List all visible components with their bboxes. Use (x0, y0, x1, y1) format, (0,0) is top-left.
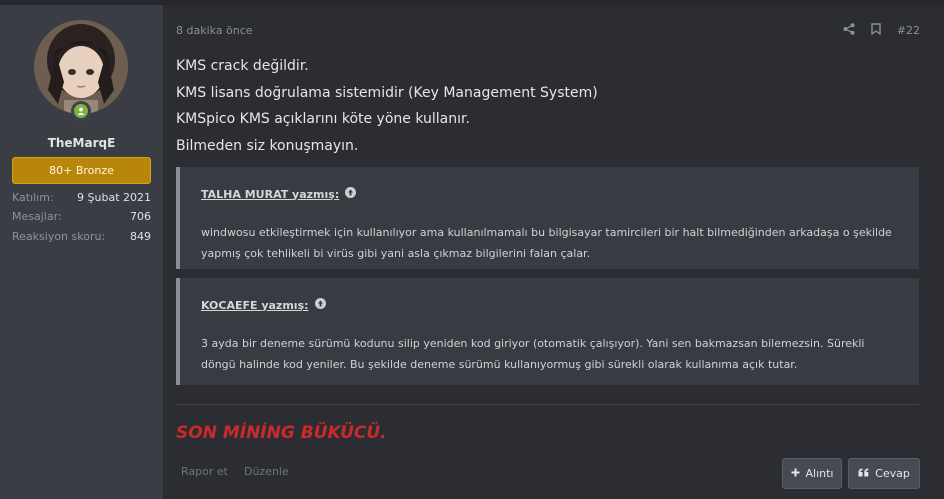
quote-text: 3 ayda bir deneme sürümü kodunu silip ye… (201, 337, 865, 371)
username[interactable]: TheMarqE (0, 136, 163, 150)
post-time[interactable]: 8 dakika önce (176, 24, 253, 37)
post-actions: #22 (843, 23, 920, 38)
quote-author[interactable]: TALHA MURAT yazmış: (201, 188, 339, 201)
online-status (71, 101, 91, 121)
reply-button-label: Cevap (875, 467, 910, 480)
online-user-icon (74, 104, 88, 118)
user-sidebar: TheMarqE 80+ Bronze Katılım: 9 Şubat 202… (0, 5, 164, 499)
post-line: KMSpico KMS açıklarını köte yöne kullanı… (176, 111, 470, 127)
quote-block: KOCAEFE yazmış: 3 ayda bir deneme sürümü… (176, 278, 919, 385)
quote-button-label: Alıntı (805, 467, 834, 480)
signature-divider (176, 404, 919, 405)
stat-reaction: Reaksiyon skoru: 849 (12, 230, 151, 243)
edit-link[interactable]: Düzenle (244, 465, 289, 478)
post-number[interactable]: #22 (897, 24, 920, 37)
arrow-up-circle-icon[interactable] (314, 298, 326, 312)
stat-key: Reaksiyon skoru: (12, 230, 106, 243)
stat-key: Katılım: (12, 191, 54, 204)
post-line: KMS crack değildir. (176, 58, 309, 74)
quote-text: windwosu etkileştirmek için kullanılıyor… (201, 226, 892, 260)
stat-joined: Katılım: 9 Şubat 2021 (12, 191, 151, 204)
post-body: KMS crack değildir. KMS lisans doğrulama… (176, 53, 921, 159)
quote-author[interactable]: KOCAEFE yazmış: (201, 299, 309, 312)
quote-button[interactable]: Alıntı (782, 458, 842, 489)
stat-value: 9 Şubat 2021 (77, 191, 151, 204)
quote-header[interactable]: TALHA MURAT yazmış: (201, 187, 357, 201)
reply-button[interactable]: Cevap (848, 458, 920, 489)
stat-key: Mesajlar: (12, 210, 62, 223)
post-line: Bilmeden siz konuşmayın. (176, 137, 359, 154)
plus-icon (791, 467, 800, 480)
post-footer-links: Rapor et Düzenle (181, 465, 289, 478)
share-icon[interactable] (843, 23, 855, 38)
report-link[interactable]: Rapor et (181, 465, 228, 478)
stat-value: 706 (130, 210, 151, 223)
signature: SON MİNİNG BÜKÜCÜ. (176, 423, 387, 443)
quote-icon (858, 467, 869, 480)
post-line: KMS lisans doğrulama sistemidir (Key Man… (176, 84, 598, 101)
quote-header[interactable]: KOCAEFE yazmış: (201, 298, 326, 312)
quote-block: TALHA MURAT yazmış: windwosu etkileştirm… (176, 167, 919, 269)
stat-value: 849 (130, 230, 151, 243)
bookmark-icon[interactable] (871, 23, 881, 38)
avatar[interactable] (34, 20, 128, 114)
stat-messages: Mesajlar: 706 (12, 210, 151, 223)
arrow-up-circle-icon[interactable] (345, 187, 357, 201)
rank-badge: 80+ Bronze (12, 157, 151, 184)
